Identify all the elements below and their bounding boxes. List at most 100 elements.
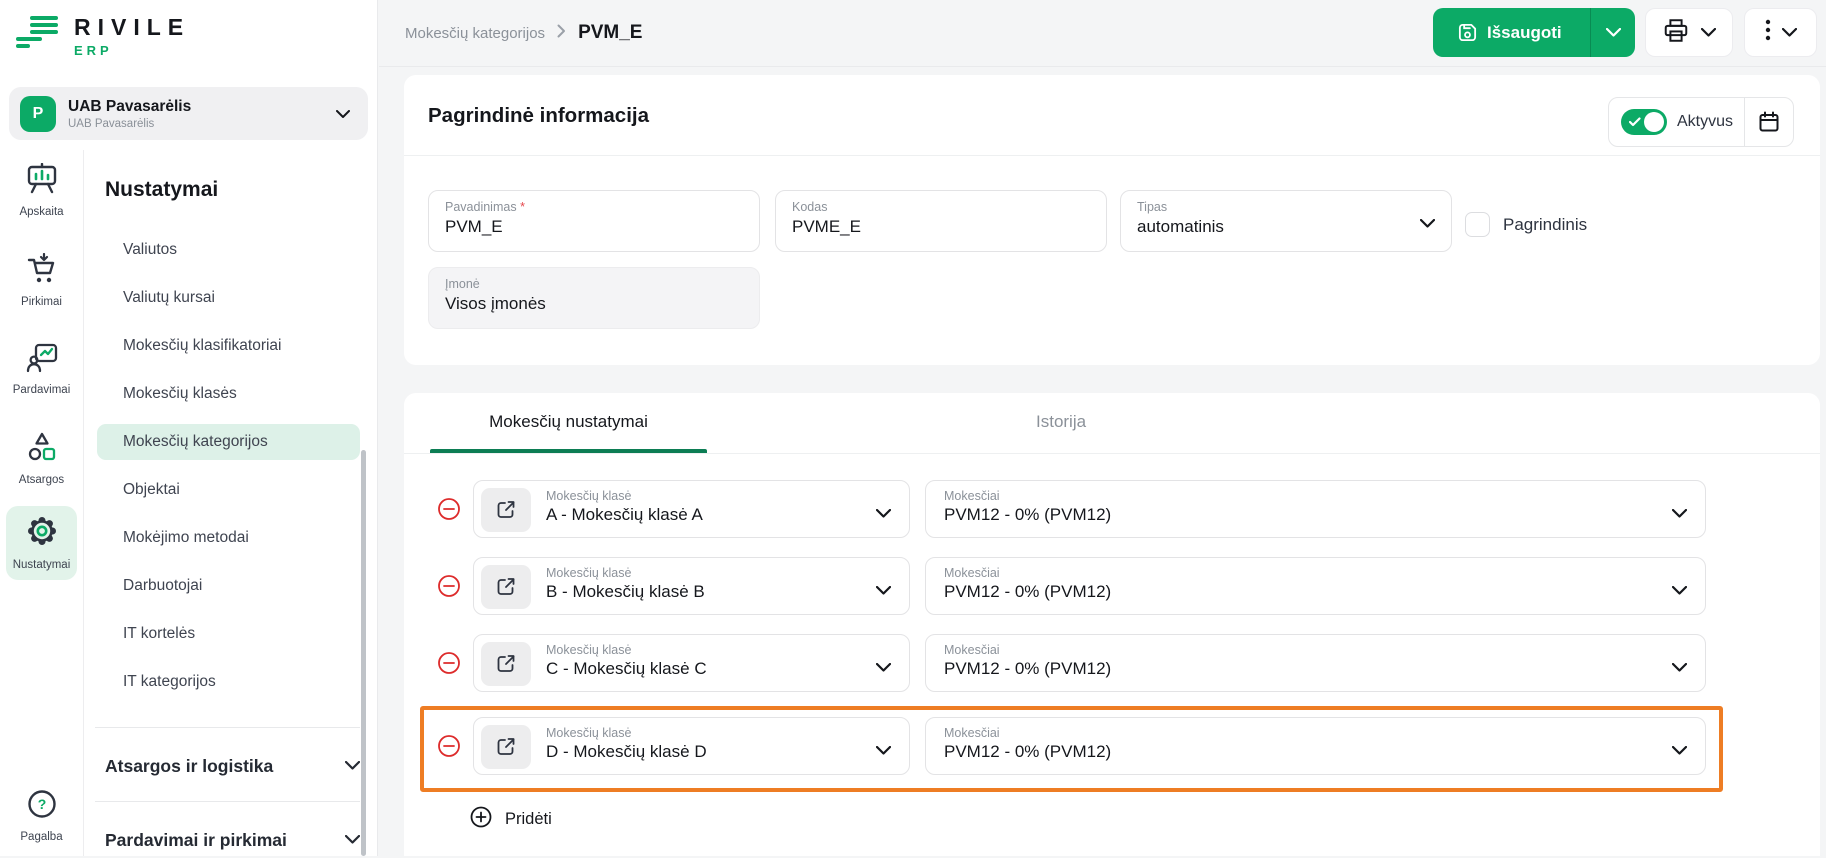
chevron-down-icon: [336, 105, 350, 123]
tax-select[interactable]: Mokesčiai PVM12 - 0% (PVM12): [925, 557, 1706, 615]
rail-label: Pardavimai: [13, 384, 71, 396]
sidebar-item-valiutu-kursai[interactable]: Valiutų kursai: [97, 280, 360, 316]
remove-row-icon[interactable]: [437, 734, 461, 758]
rail-item-apskaita[interactable]: Apskaita: [0, 163, 83, 218]
tax-row: Mokesčių klasė C - Mokesčių klasė C Moke…: [404, 634, 1820, 692]
select-value: B - Mokesčių klasė B: [546, 582, 705, 602]
remove-row-icon[interactable]: [437, 574, 461, 598]
tax-select[interactable]: Mokesčiai PVM12 - 0% (PVM12): [925, 634, 1706, 692]
rail-item-nustatymai[interactable]: Nustatymai: [6, 506, 77, 580]
rail-label: Apskaita: [19, 206, 63, 218]
select-texts: Mokesčių klasė A - Mokesčių klasė A: [546, 489, 703, 525]
breadcrumb-parent[interactable]: Mokesčių kategorijos: [405, 25, 545, 42]
tax-class-select[interactable]: Mokesčių klasė D - Mokesčių klasė D: [473, 717, 910, 775]
help-icon: ?: [26, 788, 58, 825]
sidebar-item-mokesciu-klasifikatoriai[interactable]: Mokesčių klasifikatoriai: [97, 328, 360, 364]
tax-row: Mokesčių klasė A - Mokesčių klasė A Moke…: [404, 480, 1820, 538]
sidebar-item-mokesciu-kategorijos[interactable]: Mokesčių kategorijos: [97, 424, 360, 460]
more-actions-button[interactable]: [1744, 8, 1817, 57]
sidebar-item-mokejimo-metodai[interactable]: Mokėjimo metodai: [97, 520, 360, 556]
sidebar-item-objektai[interactable]: Objektai: [97, 472, 360, 508]
external-link-icon[interactable]: [481, 725, 531, 769]
add-row-label: Pridėti: [505, 810, 552, 829]
imone-field: Įmonė Visos įmonės: [428, 267, 760, 329]
pagrindinis-checkbox-row: Pagrindinis: [1465, 212, 1587, 237]
rail-label: Atsargos: [19, 474, 64, 486]
sidebar-item-mokesciu-klases[interactable]: Mokesčių klasės: [97, 376, 360, 412]
calendar-icon[interactable]: [1745, 110, 1793, 134]
rail-item-pagalba[interactable]: ? Pagalba: [0, 788, 83, 843]
field-label: Tipas: [1137, 200, 1435, 214]
external-link-icon[interactable]: [481, 488, 531, 532]
pavadinimas-field[interactable]: Pavadinimas * PVM_E: [428, 190, 760, 252]
chevron-down-icon: [1420, 215, 1435, 233]
sidebar-section-atsargos-ir-logistika[interactable]: Atsargos ir logistika: [105, 748, 360, 784]
kebab-menu-icon: [1765, 19, 1771, 46]
tax-settings-card: Mokesčių nustatymai Istorija Mokesčių kl…: [404, 393, 1820, 856]
sidebar-section-pardavimai-ir-pirkimai[interactable]: Pardavimai ir pirkimai: [105, 822, 360, 858]
svg-text:?: ?: [37, 796, 46, 812]
save-button[interactable]: Išsaugoti: [1433, 8, 1635, 57]
save-dropdown-chevron-icon[interactable]: [1591, 28, 1635, 37]
shapes-icon: [26, 431, 58, 468]
card-divider: [404, 155, 1820, 156]
rail-divider: [83, 150, 84, 856]
save-icon: [1457, 22, 1478, 43]
cart-icon: [26, 253, 58, 290]
print-button[interactable]: [1645, 8, 1733, 57]
external-link-icon[interactable]: [481, 642, 531, 686]
chevron-down-icon: [1672, 505, 1687, 523]
sidebar-scrollbar[interactable]: [361, 450, 366, 856]
rail-label: Pagalba: [20, 831, 62, 843]
rail-item-pardavimai[interactable]: Pardavimai: [0, 343, 83, 396]
chevron-down-icon: [345, 831, 360, 849]
section-label: Atsargos ir logistika: [105, 756, 273, 777]
tax-class-select[interactable]: Mokesčių klasė C - Mokesčių klasė C: [473, 634, 910, 692]
remove-row-icon[interactable]: [437, 651, 461, 675]
sidebar-item-it-korteles[interactable]: IT kortelės: [97, 616, 360, 652]
tax-class-select[interactable]: Mokesčių klasė B - Mokesčių klasė B: [473, 557, 910, 615]
toggle-knob: [1644, 112, 1664, 132]
save-button-label: Išsaugoti: [1487, 23, 1562, 43]
sidebar-item-valiutos[interactable]: Valiutos: [97, 232, 360, 268]
tipas-select[interactable]: Tipas automatinis: [1120, 190, 1452, 252]
select-texts: Mokesčiai PVM12 - 0% (PVM12): [944, 726, 1111, 762]
tab-istorija[interactable]: Istorija: [1036, 393, 1086, 450]
rivile-logo-icon: [14, 14, 60, 57]
section-label: Pardavimai ir pirkimai: [105, 830, 287, 851]
tax-select[interactable]: Mokesčiai PVM12 - 0% (PVM12): [925, 480, 1706, 538]
select-texts: Mokesčiai PVM12 - 0% (PVM12): [944, 566, 1111, 602]
tax-class-select[interactable]: Mokesčių klasė A - Mokesčių klasė A: [473, 480, 910, 538]
chevron-down-icon: [876, 582, 891, 600]
external-link-icon[interactable]: [481, 565, 531, 609]
tax-row-highlighted: Mokesčių klasė D - Mokesčių klasė D Moke…: [404, 717, 1820, 775]
tax-select[interactable]: Mokesčiai PVM12 - 0% (PVM12): [925, 717, 1706, 775]
company-name: UAB Pavasarėlis: [68, 98, 336, 116]
add-row-button[interactable]: Pridėti: [470, 806, 552, 833]
sidebar-item-it-kategorijos[interactable]: IT kategorijos: [97, 664, 360, 700]
rail-item-atsargos[interactable]: Atsargos: [0, 431, 83, 486]
select-label: Mokesčių klasė: [546, 566, 705, 580]
field-label: Pavadinimas *: [445, 200, 743, 214]
sales-chart-icon: [26, 343, 58, 378]
field-label: Kodas: [792, 200, 1090, 214]
chevron-down-icon: [876, 742, 891, 760]
menu-divider: [95, 801, 360, 802]
active-toggle[interactable]: [1621, 109, 1667, 135]
select-label: Mokesčių klasė: [546, 726, 707, 740]
select-value: PVM12 - 0% (PVM12): [944, 582, 1111, 602]
sidebar-item-darbuotojai[interactable]: Darbuotojai: [97, 568, 360, 604]
pagrindinis-checkbox[interactable]: [1465, 212, 1490, 237]
rivile-logo[interactable]: RIVILE ERP: [14, 14, 190, 58]
required-asterisk: *: [520, 200, 525, 214]
brand-name: RIVILE: [74, 14, 190, 41]
remove-row-icon[interactable]: [437, 497, 461, 521]
rail-item-pirkimai[interactable]: Pirkimai: [0, 253, 83, 308]
select-value: C - Mokesčių klasė C: [546, 659, 707, 679]
kodas-field[interactable]: Kodas PVME_E: [775, 190, 1107, 252]
tab-mokesciu-nustatymai[interactable]: Mokesčių nustatymai: [430, 393, 707, 450]
company-selector[interactable]: P UAB Pavasarėlis UAB Pavasarėlis: [9, 87, 368, 140]
select-label: Mokesčiai: [944, 489, 1111, 503]
tax-row: Mokesčių klasė B - Mokesčių klasė B Moke…: [404, 557, 1820, 615]
chevron-down-icon: [1672, 582, 1687, 600]
